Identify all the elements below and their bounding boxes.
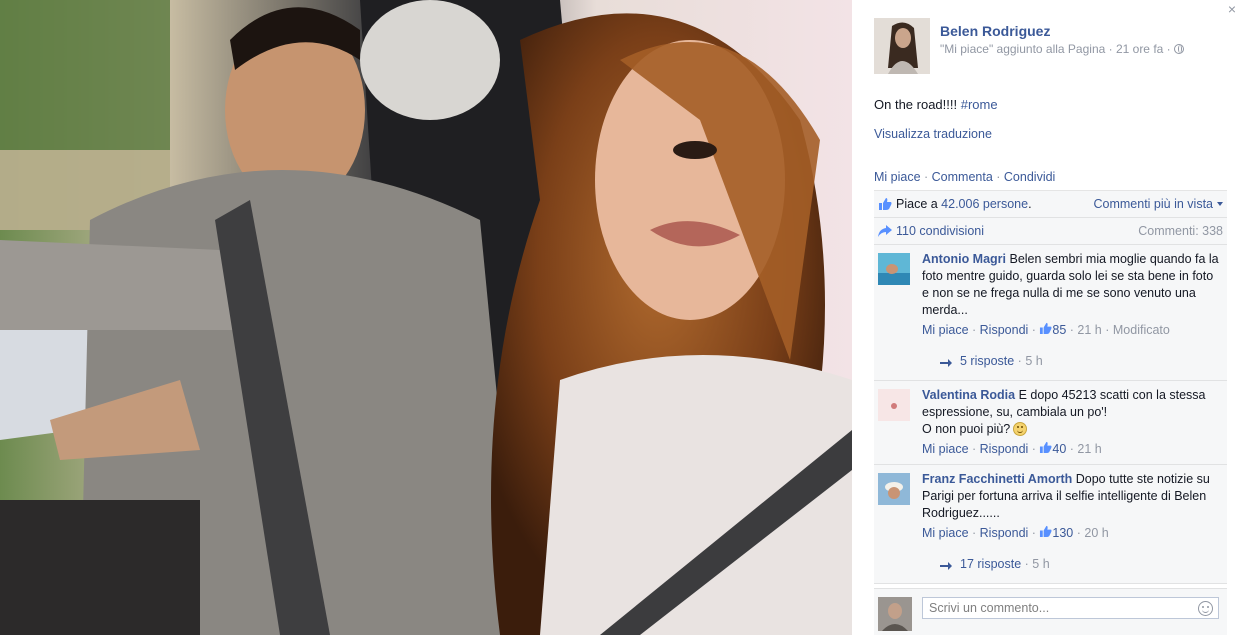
- globe-icon[interactable]: [1173, 44, 1184, 54]
- action-separator: ·: [920, 170, 932, 184]
- replies-link[interactable]: 5 risposte: [960, 354, 1014, 368]
- comment-item: Valentina Rodia E dopo 45213 scatti con …: [874, 381, 1227, 465]
- replies-time: 5 h: [1025, 354, 1043, 368]
- commenter-name-link[interactable]: Antonio Magri: [922, 252, 1006, 266]
- comment-time[interactable]: 20 h: [1084, 526, 1108, 540]
- commenter-avatar[interactable]: [878, 473, 910, 505]
- thumbs-up-icon: [1039, 525, 1052, 540]
- post-meta: "Mi piace" aggiunto alla Pagina · 21 ore…: [940, 42, 1184, 56]
- action-separator: ·: [992, 170, 1004, 184]
- comment-actions: Mi piace · Rispondi · 85 · 21 h · Modifi…: [922, 322, 1170, 337]
- avatar-image: [874, 18, 930, 74]
- comment-count: Commenti: 338: [1138, 224, 1223, 238]
- likes-row: Piace a 42.006 persone. Commenti più in …: [874, 191, 1227, 218]
- shares-row: 110 condivisioni Commenti: 338: [874, 218, 1227, 245]
- likes-suffix: .: [1028, 197, 1032, 211]
- comment-item: Franz Facchinetti Amorth Dopo tutte ste …: [874, 465, 1227, 584]
- thumbs-up-icon: [1039, 322, 1052, 337]
- top-comments-label: Commenti più in vista: [1093, 197, 1214, 211]
- write-comment-box: [874, 588, 1227, 635]
- see-translation-link[interactable]: Visualizza traduzione: [874, 127, 992, 141]
- feedback-box: Piace a 42.006 persone. Commenti più in …: [874, 190, 1227, 584]
- comment-actions: Mi piace · Rispondi · 40 · 21 h: [922, 441, 1102, 456]
- commenter-avatar[interactable]: [878, 253, 910, 285]
- top-comments-dropdown[interactable]: Commenti più in vista: [1093, 197, 1223, 211]
- comment-like-link[interactable]: Mi piace: [922, 323, 969, 337]
- post-actions: Mi piace · Commenta · Condividi: [874, 170, 1055, 184]
- comment-input[interactable]: [922, 597, 1219, 619]
- reply-arrow-icon: [940, 558, 952, 575]
- post-header: Belen Rodriguez "Mi piace" aggiunto alla…: [874, 18, 1234, 78]
- like-link[interactable]: Mi piace: [874, 170, 921, 184]
- comment-text-2: O non puoi più?: [922, 422, 1011, 436]
- comment-actions: Mi piace · Rispondi · 130 · 20 h: [922, 525, 1109, 540]
- current-user-avatar: [878, 597, 912, 631]
- hashtag-link[interactable]: #rome: [961, 97, 998, 112]
- thumbs-up-icon: [1039, 441, 1052, 456]
- comment-item: Antonio Magri Belen sembri mia moglie qu…: [874, 245, 1227, 381]
- post-photo[interactable]: [0, 0, 852, 635]
- share-link[interactable]: Condividi: [1004, 170, 1055, 184]
- comment-reply-link[interactable]: Rispondi: [980, 526, 1029, 540]
- likes-prefix: Piace a: [896, 197, 942, 211]
- close-icon[interactable]: ×: [1225, 2, 1239, 16]
- post-side-panel: × Belen Rodriguez "Mi piace" aggiunto al…: [860, 0, 1253, 635]
- commenter-name-link[interactable]: Franz Facchinetti Amorth: [922, 472, 1072, 486]
- comment-like-count[interactable]: 40: [1052, 442, 1066, 456]
- comment-link[interactable]: Commenta: [932, 170, 993, 184]
- comment-reply-link[interactable]: Rispondi: [980, 442, 1029, 456]
- comment-time[interactable]: 21 h: [1077, 442, 1101, 456]
- chevron-down-icon: [1217, 202, 1223, 206]
- post-text-body: On the road!!!!: [874, 97, 961, 112]
- emoji-icon[interactable]: [1198, 601, 1213, 616]
- shares-link[interactable]: 110 condivisioni: [896, 224, 984, 238]
- page-avatar[interactable]: [874, 18, 930, 74]
- comment-time[interactable]: 21 h: [1077, 323, 1101, 337]
- share-arrow-icon: [878, 225, 892, 240]
- reply-arrow-icon: [940, 355, 952, 372]
- post-text: On the road!!!! #rome: [874, 97, 998, 112]
- comment-like-count[interactable]: 130: [1052, 526, 1073, 540]
- comment-body: Antonio Magri Belen sembri mia moglie qu…: [922, 251, 1221, 319]
- comment-body-line2: O non puoi più?: [922, 421, 1221, 438]
- page-name-link[interactable]: Belen Rodriguez: [940, 23, 1050, 39]
- replies-row: 5 risposte · 5 h: [922, 339, 1221, 374]
- replies-time: 5 h: [1032, 557, 1050, 571]
- comment-body: Franz Facchinetti Amorth Dopo tutte ste …: [922, 471, 1221, 522]
- comment-body: Valentina Rodia E dopo 45213 scatti con …: [922, 387, 1221, 421]
- thumbs-up-icon: [878, 197, 892, 213]
- comment-like-link[interactable]: Mi piace: [922, 442, 969, 456]
- post-meta-text: "Mi piace" aggiunto alla Pagina · 21 ore…: [940, 42, 1171, 56]
- likes-count-link[interactable]: 42.006 persone: [941, 197, 1028, 211]
- commenter-avatar[interactable]: [878, 389, 910, 421]
- comment-like-link[interactable]: Mi piace: [922, 526, 969, 540]
- commenter-name-link[interactable]: Valentina Rodia: [922, 388, 1015, 402]
- comment-like-count[interactable]: 85: [1052, 323, 1066, 337]
- replies-link[interactable]: 17 risposte: [960, 557, 1021, 571]
- comment-edited[interactable]: Modificato: [1113, 323, 1170, 337]
- comment-reply-link[interactable]: Rispondi: [980, 323, 1029, 337]
- replies-row: 17 risposte · 5 h: [922, 542, 1221, 577]
- selfie-image: [0, 0, 852, 635]
- smiley-emoji-icon: [1013, 422, 1028, 436]
